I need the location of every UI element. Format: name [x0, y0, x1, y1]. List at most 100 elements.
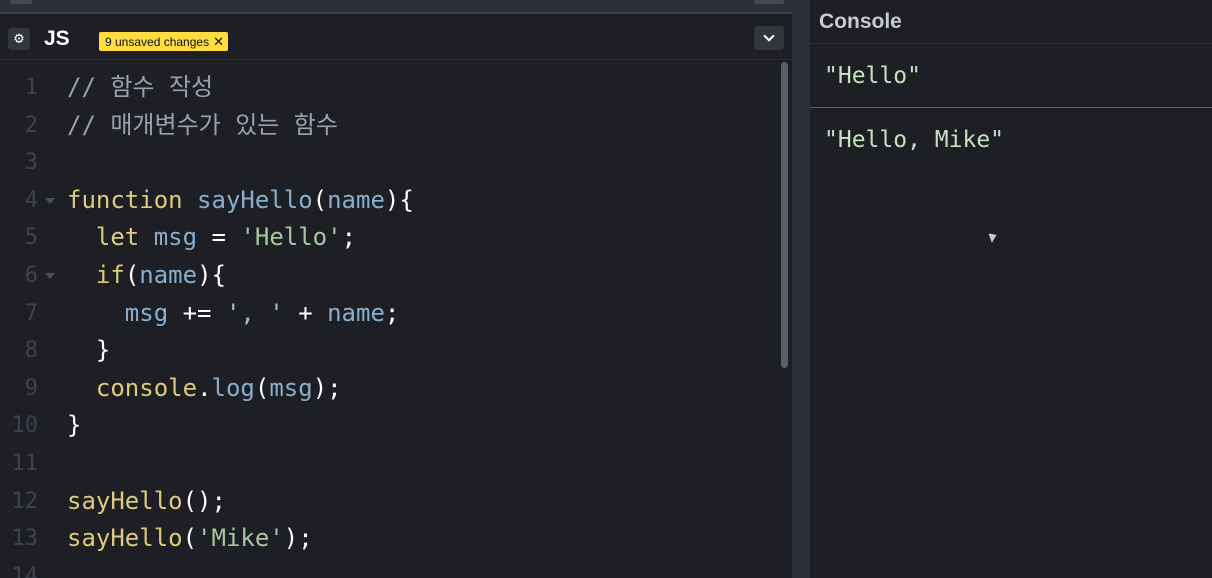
console-entry: "Hello" — [810, 44, 1212, 108]
code-token: function — [67, 185, 183, 214]
code-token: sayHello — [197, 185, 313, 214]
code-token: console — [95, 373, 198, 402]
code-token: = — [197, 223, 241, 252]
editor-language-label: JS — [44, 27, 70, 50]
code-token: sayHello — [67, 524, 183, 553]
code-token: ){ — [384, 185, 414, 214]
mouse-cursor-icon — [988, 231, 999, 243]
code-line[interactable]: 5 let msg = 'Hello'; — [0, 219, 780, 257]
pane-resize-handle[interactable] — [792, 0, 810, 578]
code-text: } — [67, 407, 81, 445]
code-token: } — [67, 336, 111, 365]
line-number: 9 — [24, 375, 38, 401]
top-panel-dropdown[interactable] — [754, 0, 784, 4]
code-token: name — [327, 185, 385, 214]
line-number: 11 — [11, 451, 39, 476]
code-line[interactable]: 1 // 함수 작성 — [0, 69, 780, 107]
codepen-workspace: ⚙ JS 9 unsaved changes ✕ 1 // 함수 작성 2 // 매개… — [0, 0, 1212, 578]
line-number: 2 — [24, 112, 38, 138]
code-token: msg — [269, 373, 313, 402]
code-line[interactable]: 9 console.log(msg); — [0, 370, 780, 408]
code-text: console.log(msg); — [67, 370, 342, 408]
editor-header: ⚙ JS 9 unsaved changes ✕ — [0, 16, 792, 60]
code-line[interactable]: 14 — [0, 558, 780, 578]
code-line[interactable]: 8 } — [0, 332, 780, 370]
code-token: log — [211, 373, 255, 402]
fold-arrow-icon[interactable] — [45, 273, 55, 279]
code-line[interactable]: 3 — [0, 144, 780, 182]
code-token: sayHello — [67, 486, 183, 515]
unsaved-changes-text: 9 unsaved changes — [105, 34, 210, 49]
line-number: 14 — [11, 563, 39, 578]
top-panel-strip — [0, 0, 792, 14]
code-text: if(name){ — [67, 257, 226, 295]
code-editor[interactable]: 1 // 함수 작성 2 // 매개변수가 있는 함수 3 4 function sayHe… — [0, 62, 780, 578]
line-number: 13 — [11, 526, 39, 552]
code-token: ); — [312, 373, 342, 402]
code-token: ( — [182, 524, 198, 553]
code-line[interactable]: 4 function sayHello(name){ — [0, 182, 780, 220]
code-token: 'Mike' — [197, 524, 284, 553]
code-text: msg += ', ' + name; — [67, 295, 400, 333]
line-number: 8 — [24, 338, 38, 364]
code-line[interactable]: 11 — [0, 445, 780, 483]
code-token: ); — [283, 524, 313, 553]
console-header: Console — [810, 0, 1212, 44]
code-line[interactable]: 12 sayHello(); — [0, 483, 780, 521]
code-token: ', ' — [225, 298, 284, 327]
code-token: 'Hello' — [240, 223, 342, 252]
code-line[interactable]: 6 if(name){ — [0, 257, 780, 295]
code-line[interactable]: 10} — [0, 407, 780, 445]
code-token: += — [168, 298, 226, 327]
console-pane: Console "Hello" "Hello, Mike" — [810, 0, 1212, 578]
code-token: // 매개변수가 있는 함수 — [67, 110, 338, 139]
line-number: 10 — [11, 413, 39, 439]
code-text: function sayHello(name){ — [67, 182, 414, 220]
code-token: } — [67, 411, 82, 440]
code-text: sayHello(); — [67, 483, 226, 521]
code-line[interactable]: 2 // 매개변수가 있는 함수 — [0, 107, 780, 145]
close-icon[interactable]: ✕ — [213, 35, 224, 48]
editor-scrollbar-thumb[interactable] — [781, 62, 788, 368]
fold-arrow-icon[interactable] — [45, 197, 55, 204]
js-editor-pane: ⚙ JS 9 unsaved changes ✕ 1 // 함수 작성 2 // 매개… — [0, 0, 792, 578]
code-token: ( — [312, 185, 328, 214]
code-line[interactable]: 7 msg += ', ' + name; — [0, 295, 780, 333]
code-token: ( — [254, 373, 270, 402]
code-token: name — [327, 298, 385, 327]
code-token: // 함수 작성 — [67, 73, 214, 101]
code-token: ; — [341, 223, 357, 252]
line-number: 4 — [24, 187, 38, 213]
editor-options-button[interactable] — [754, 26, 784, 50]
code-token: ( — [124, 261, 140, 289]
code-token: msg — [124, 298, 169, 327]
code-token: if — [95, 261, 125, 289]
code-token: . — [197, 373, 212, 402]
code-token: (); — [182, 486, 226, 515]
line-number: 6 — [24, 263, 38, 288]
console-entry: "Hello, Mike" — [824, 127, 1005, 153]
chevron-down-icon — [763, 30, 775, 42]
code-text: // 매개변수가 있는 함수 — [67, 107, 338, 145]
code-token: let — [95, 223, 140, 252]
code-token: + — [283, 298, 328, 327]
top-panel-control[interactable] — [10, 0, 32, 4]
line-number: 12 — [11, 488, 39, 514]
line-number: 1 — [24, 75, 38, 100]
code-text: } — [67, 332, 110, 370]
gear-icon[interactable]: ⚙ — [8, 28, 30, 50]
code-line[interactable]: 13 sayHello('Mike'); — [0, 520, 780, 558]
line-number: 7 — [24, 300, 38, 326]
code-token: msg — [153, 223, 198, 252]
unsaved-changes-badge[interactable]: 9 unsaved changes ✕ — [99, 32, 228, 51]
console-title: Console — [819, 10, 902, 33]
code-token: ){ — [197, 261, 226, 289]
code-text: sayHello('Mike'); — [67, 520, 313, 558]
line-number: 3 — [24, 150, 38, 176]
code-token: name — [139, 261, 198, 289]
code-text: let msg = 'Hello'; — [67, 219, 356, 257]
